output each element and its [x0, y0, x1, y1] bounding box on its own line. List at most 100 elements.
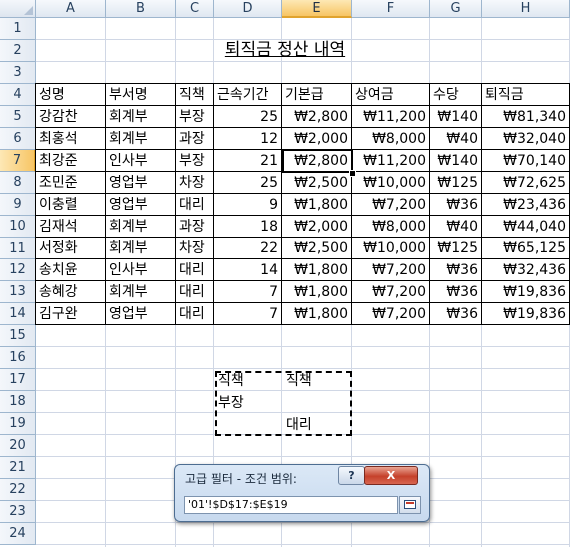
table-cell[interactable]: 25: [214, 172, 281, 193]
column-header-e[interactable]: E: [282, 0, 352, 18]
row-header-1[interactable]: 1: [0, 18, 36, 40]
row-header-24[interactable]: 24: [0, 523, 36, 545]
table-cell[interactable]: 영업부: [106, 194, 175, 215]
row-header-16[interactable]: 16: [0, 347, 36, 369]
table-cell[interactable]: 김구완: [36, 303, 105, 324]
row-header-2[interactable]: 2: [0, 40, 36, 62]
table-cell[interactable]: 서정화: [36, 238, 105, 258]
table-cell[interactable]: ₩40: [430, 216, 481, 237]
table-cell[interactable]: ₩1,800: [282, 194, 351, 215]
criteria-header-d17[interactable]: 직책: [218, 371, 244, 392]
table-cell[interactable]: 대리: [176, 281, 213, 302]
table-header-cell[interactable]: 부서명: [106, 84, 175, 105]
criteria-header-e17[interactable]: 직책: [286, 371, 312, 392]
sheet-title[interactable]: 퇴직금 정산 내역: [214, 40, 356, 60]
column-header-b[interactable]: B: [106, 0, 176, 18]
table-cell[interactable]: 21: [214, 150, 281, 171]
table-cell[interactable]: ₩7,200: [352, 303, 429, 324]
column-header-d[interactable]: D: [214, 0, 282, 18]
row-header-6[interactable]: 6: [0, 128, 36, 150]
table-cell[interactable]: 9: [214, 194, 281, 215]
table-cell[interactable]: 14: [214, 259, 281, 280]
table-cell[interactable]: 회계부: [106, 216, 175, 237]
row-header-10[interactable]: 10: [0, 216, 36, 238]
table-cell[interactable]: ₩36: [430, 194, 481, 215]
criteria-value-e19[interactable]: 대리: [286, 415, 312, 436]
table-cell[interactable]: ₩36: [430, 281, 481, 302]
table-cell[interactable]: ₩2,800: [282, 106, 351, 127]
row-header-22[interactable]: 22: [0, 479, 36, 501]
table-cell[interactable]: ₩1,800: [282, 303, 351, 324]
table-header-cell[interactable]: 수당: [430, 84, 481, 105]
table-header-cell[interactable]: 직책: [176, 84, 213, 105]
table-cell[interactable]: ₩36: [430, 303, 481, 324]
table-cell[interactable]: 회계부: [106, 281, 175, 302]
row-header-17[interactable]: 17: [0, 369, 36, 391]
table-cell[interactable]: 조민준: [36, 172, 105, 193]
table-cell[interactable]: ₩125: [430, 172, 481, 193]
table-cell[interactable]: ₩2,500: [282, 238, 351, 258]
table-cell[interactable]: 영업부: [106, 303, 175, 324]
help-button[interactable]: ?: [338, 466, 365, 485]
row-header-11[interactable]: 11: [0, 238, 36, 259]
table-cell[interactable]: 부장: [176, 106, 213, 127]
table-cell[interactable]: 최홍석: [36, 128, 105, 149]
advanced-filter-criteria-dialog[interactable]: 고급 필터 - 조건 범위: ? X '01'!$D$17:$E$19: [174, 464, 430, 522]
table-cell[interactable]: 대리: [176, 259, 213, 280]
row-header-18[interactable]: 18: [0, 391, 36, 413]
table-cell[interactable]: ₩7,200: [352, 259, 429, 280]
table-cell[interactable]: 대리: [176, 303, 213, 324]
table-cell[interactable]: 회계부: [106, 106, 175, 127]
column-header-f[interactable]: F: [352, 0, 430, 18]
table-cell[interactable]: 18: [214, 216, 281, 237]
criteria-range-input[interactable]: '01'!$D$17:$E$19: [184, 496, 398, 514]
column-header-g[interactable]: G: [430, 0, 482, 18]
table-cell[interactable]: ₩8,000: [352, 128, 429, 149]
table-cell[interactable]: ₩2,000: [282, 216, 351, 237]
table-cell[interactable]: ₩81,340: [482, 106, 569, 127]
table-header-cell[interactable]: 성명: [36, 84, 105, 105]
table-cell[interactable]: 인사부: [106, 150, 175, 171]
row-header-7[interactable]: 7: [0, 150, 36, 172]
column-header-a[interactable]: A: [36, 0, 106, 18]
table-cell[interactable]: 부장: [176, 150, 213, 171]
table-cell[interactable]: ₩7,200: [352, 194, 429, 215]
row-header-15[interactable]: 15: [0, 325, 36, 347]
table-cell[interactable]: ₩2,000: [282, 128, 351, 149]
table-cell[interactable]: ₩1,800: [282, 281, 351, 302]
table-cell[interactable]: ₩1,800: [282, 259, 351, 280]
table-cell[interactable]: ₩32,436: [482, 259, 569, 280]
column-header-c[interactable]: C: [176, 0, 214, 18]
row-header-8[interactable]: 8: [0, 172, 36, 194]
table-header-cell[interactable]: 기본급: [282, 84, 351, 105]
row-header-21[interactable]: 21: [0, 457, 36, 479]
table-cell[interactable]: 이충렬: [36, 194, 105, 215]
row-header-20[interactable]: 20: [0, 435, 36, 457]
table-cell[interactable]: ₩7,200: [352, 281, 429, 302]
table-cell[interactable]: ₩8,000: [352, 216, 429, 237]
table-cell[interactable]: ₩10,000: [352, 238, 429, 258]
table-cell[interactable]: 12: [214, 128, 281, 149]
table-cell[interactable]: ₩19,836: [482, 281, 569, 302]
table-header-cell[interactable]: 근속기간: [214, 84, 281, 105]
table-cell[interactable]: 과장: [176, 128, 213, 149]
table-cell[interactable]: 22: [214, 238, 281, 258]
table-cell[interactable]: ₩125: [430, 238, 481, 258]
row-header-4[interactable]: 4: [0, 84, 36, 106]
table-cell[interactable]: ₩19,836: [482, 303, 569, 324]
row-header-9[interactable]: 9: [0, 194, 36, 216]
table-cell[interactable]: ₩2,500: [282, 172, 351, 193]
table-cell[interactable]: ₩32,040: [482, 128, 569, 149]
table-cell[interactable]: 회계부: [106, 128, 175, 149]
table-cell[interactable]: 대리: [176, 194, 213, 215]
table-cell[interactable]: ₩65,125: [482, 238, 569, 258]
row-header-13[interactable]: 13: [0, 281, 36, 303]
table-cell[interactable]: ₩23,436: [482, 194, 569, 215]
criteria-value-d18[interactable]: 부장: [218, 393, 244, 414]
table-cell[interactable]: 송치윤: [36, 259, 105, 280]
table-header-cell[interactable]: 퇴직금: [482, 84, 569, 105]
table-cell[interactable]: ₩72,625: [482, 172, 569, 193]
table-cell[interactable]: 송혜강: [36, 281, 105, 302]
table-cell[interactable]: ₩140: [430, 106, 481, 127]
table-cell[interactable]: ₩140: [430, 150, 481, 171]
